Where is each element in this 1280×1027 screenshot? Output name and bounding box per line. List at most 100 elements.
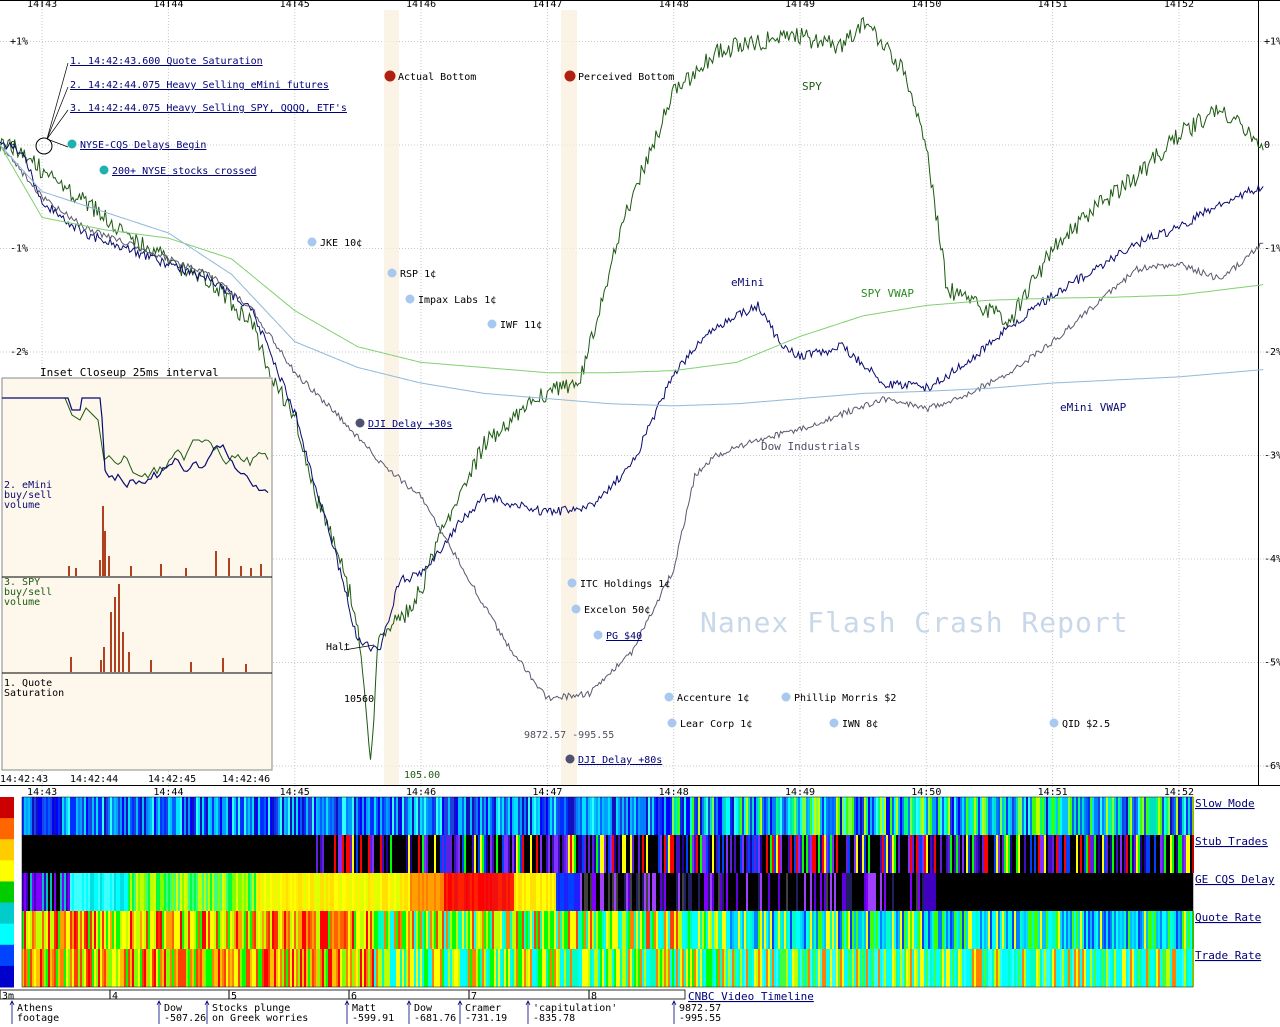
heat-cell	[350, 835, 352, 873]
heat-cell	[926, 835, 928, 873]
heat-cell	[680, 949, 682, 987]
heat-cell	[1126, 911, 1128, 949]
heat-cell	[310, 873, 312, 911]
heat-cell	[640, 797, 642, 835]
heat-cell	[500, 949, 502, 987]
heat-cell	[922, 911, 924, 949]
heat-cell	[192, 911, 194, 949]
heat-cell	[334, 835, 336, 873]
annotation-jke-10-label: JKE 10¢	[320, 238, 362, 249]
heat-cell	[328, 911, 330, 949]
heat-cell	[954, 949, 956, 987]
heat-cell	[280, 949, 282, 987]
heat-cell	[566, 797, 568, 835]
heat-cell	[648, 949, 650, 987]
heat-cell	[126, 797, 128, 835]
heat-cell	[736, 911, 738, 949]
heat-cell	[616, 873, 618, 911]
heat-cell	[752, 911, 754, 949]
heat-cell	[234, 949, 236, 987]
heat-cell	[1176, 835, 1178, 873]
annotation-actual-bottom-dot	[384, 70, 396, 82]
heat-cell	[1146, 911, 1148, 949]
heat-cell	[30, 911, 32, 949]
heat-cell	[464, 949, 466, 987]
heat-cell	[1048, 835, 1050, 873]
heat-cell	[1180, 911, 1182, 949]
heat-cell	[1098, 835, 1100, 873]
heat-cell	[894, 911, 896, 949]
heat-cell	[60, 873, 62, 911]
timeline-title: CNBC Video Timeline	[688, 990, 814, 1003]
heat-cell	[702, 797, 704, 835]
heat-cell	[1164, 797, 1166, 835]
heat-cell	[820, 797, 822, 835]
heat-cell	[990, 797, 992, 835]
heat-cell	[264, 911, 266, 949]
heat-cell	[1036, 911, 1038, 949]
heat-cell	[638, 949, 640, 987]
heat-cell	[808, 911, 810, 949]
heat-cell	[186, 911, 188, 949]
heat-cell	[434, 949, 436, 987]
heat-cell	[364, 797, 366, 835]
heat-cell	[376, 911, 378, 949]
heat-cell	[1062, 797, 1064, 835]
heat-cell	[480, 873, 482, 911]
heat-cell	[676, 797, 678, 835]
heat-cell	[880, 797, 882, 835]
heat-cell	[1044, 797, 1046, 835]
heat-cell	[346, 873, 348, 911]
heat-cell	[938, 911, 940, 949]
heat-cell	[564, 797, 566, 835]
heat-cell	[994, 797, 996, 835]
heat-cell	[374, 873, 376, 911]
heat-cell	[792, 911, 794, 949]
heat-cell	[978, 835, 980, 873]
heat-cell	[654, 911, 656, 949]
heat-cell	[1086, 911, 1088, 949]
heat-cell	[448, 873, 450, 911]
heat-cell	[538, 797, 540, 835]
heat-cell	[460, 873, 462, 911]
heat-cell	[900, 911, 902, 949]
heat-cell	[108, 797, 110, 835]
heat-cell	[666, 911, 668, 949]
series-labels: SPYeMiniDow IndustrialsSPY VWAPeMini VWA…	[700, 80, 1128, 639]
annotation-dji-delay-80s-label: DJI Delay +80s	[578, 755, 662, 766]
heat-cell	[596, 911, 598, 949]
heat-cell	[190, 911, 192, 949]
heat-cell	[754, 911, 756, 949]
heat-cell	[648, 911, 650, 949]
heat-cell	[512, 835, 514, 873]
heat-cell	[628, 949, 630, 987]
heat-cell	[158, 797, 160, 835]
heat-cell	[1012, 797, 1014, 835]
heat-cell	[218, 797, 220, 835]
heat-cell	[956, 911, 958, 949]
heat-cell	[910, 911, 912, 949]
heat-cell	[74, 797, 76, 835]
heat-cell	[1076, 835, 1078, 873]
heat-cell	[656, 797, 658, 835]
heat-cell	[658, 835, 660, 873]
heat-cell	[674, 911, 676, 949]
heat-cell	[482, 797, 484, 835]
heat-cell	[424, 873, 426, 911]
heat-cell	[470, 797, 472, 835]
inset-emini-volume-bar	[250, 568, 252, 576]
heat-cell	[806, 949, 808, 987]
heat-cell	[260, 949, 262, 987]
heat-cell	[788, 797, 790, 835]
heat-cell	[824, 835, 826, 873]
heat-cell	[892, 835, 894, 873]
heat-cell	[610, 797, 612, 835]
heat-cell	[416, 797, 418, 835]
heat-cell	[280, 911, 282, 949]
y-label-right-2: -2%	[1264, 347, 1280, 358]
heat-cell	[986, 949, 988, 987]
heat-cell	[1178, 949, 1180, 987]
heat-cell	[160, 873, 162, 911]
heat-cell	[896, 911, 898, 949]
heat-cell	[1024, 911, 1026, 949]
